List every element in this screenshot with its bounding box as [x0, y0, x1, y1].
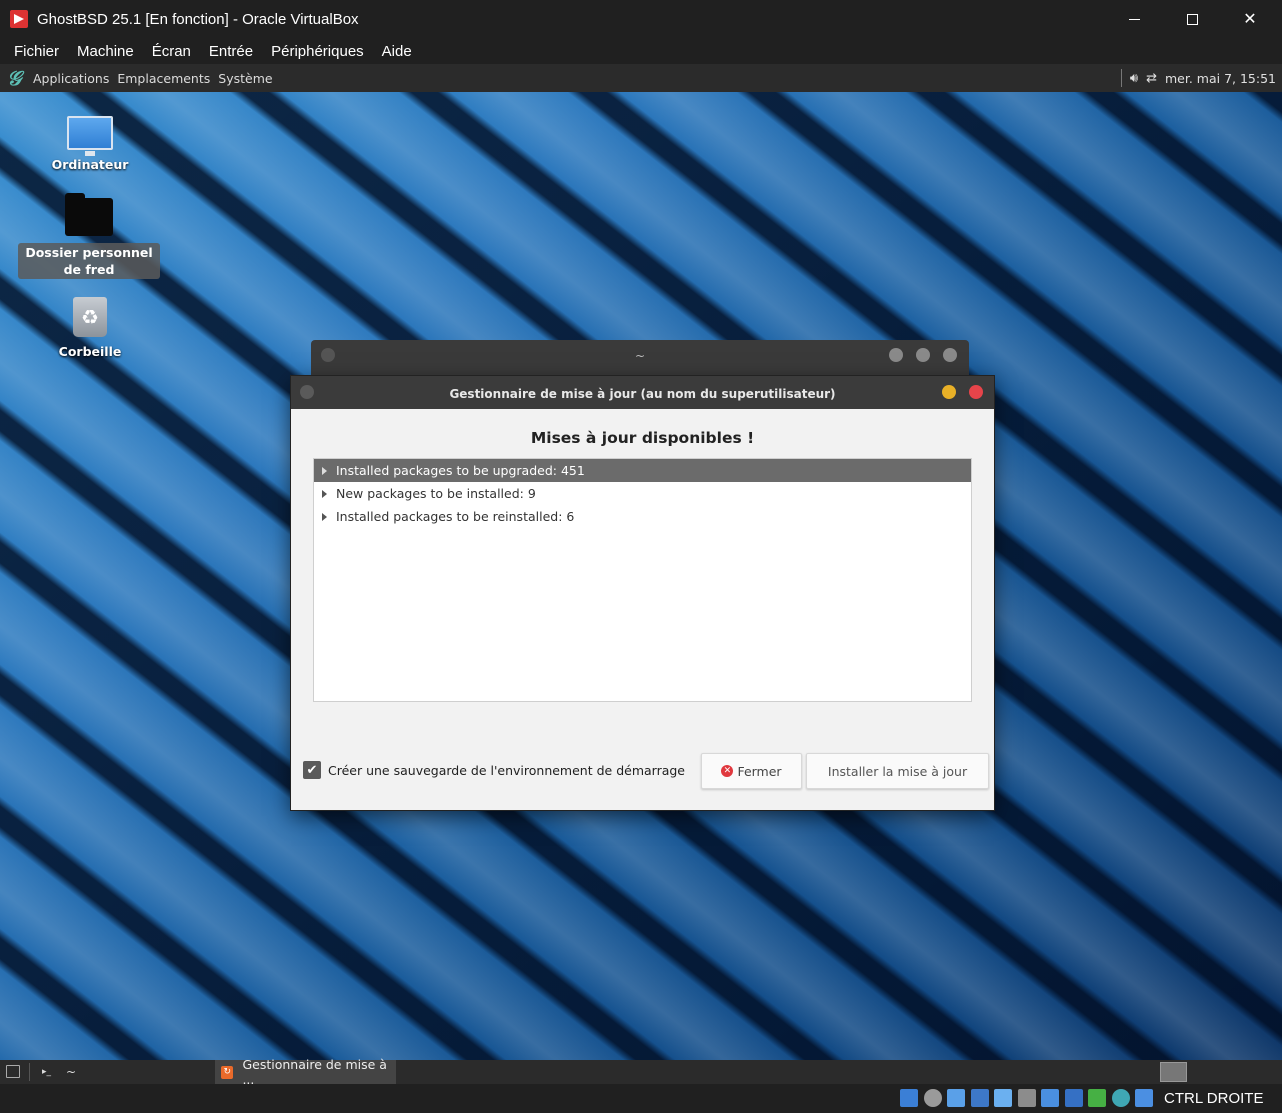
guest-additions-icon[interactable] — [1111, 1089, 1130, 1107]
dialog-heading: Mises à jour disponibles ! — [530, 429, 755, 447]
usb-icon[interactable] — [994, 1089, 1012, 1107]
panel-separator — [1120, 69, 1122, 87]
network-icon[interactable]: ⇄ — [1146, 71, 1157, 86]
guest-screen: 𝒢 Applications Emplacements Système 🔊︎ ⇄… — [0, 64, 1282, 1084]
optical-drive-icon[interactable] — [923, 1089, 942, 1107]
close-dialog-button[interactable]: ✕ Fermer — [701, 753, 802, 789]
menu-machine[interactable]: Machine — [77, 43, 134, 60]
mouse-integration-icon[interactable] — [1135, 1089, 1153, 1107]
workspace-switcher[interactable] — [1160, 1062, 1187, 1082]
desktop-icon-home-folder[interactable]: Dossier personnel de fred — [18, 193, 160, 279]
panel-menu-systeme[interactable]: Système — [218, 71, 272, 86]
taskbar-item-update-manager[interactable]: ↻ Gestionnaire de mise à ... — [215, 1057, 396, 1084]
host-key-label: CTRL DROITE — [1164, 1090, 1264, 1107]
display-icon[interactable] — [1041, 1089, 1059, 1107]
panel-separator — [29, 1063, 30, 1081]
recording-icon[interactable] — [1064, 1089, 1083, 1107]
tree-row-upgrade[interactable]: Installed packages to be upgraded: 451 — [314, 459, 971, 482]
backup-checkbox[interactable]: ✔ — [303, 761, 321, 779]
panel-menu-emplacements[interactable]: Emplacements — [117, 71, 210, 86]
panel-menu-applications[interactable]: Applications — [33, 71, 109, 86]
desktop-icon-label: Ordinateur — [51, 157, 129, 172]
network-icon[interactable] — [970, 1089, 989, 1107]
vbox-titlebar: GhostBSD 25.1 [En fonction] - Oracle Vir… — [0, 0, 1282, 38]
ghostbsd-logo-icon[interactable]: 𝒢 — [7, 68, 25, 88]
terminal-window[interactable]: ~ — [311, 340, 969, 380]
close-circle-icon: ✕ — [721, 765, 734, 777]
tree-row-new[interactable]: New packages to be installed: 9 — [314, 482, 971, 505]
expander-arrow-icon[interactable] — [322, 466, 327, 475]
terminal-title: ~ — [634, 349, 646, 363]
menu-aide[interactable]: Aide — [382, 43, 412, 60]
folder-icon — [65, 193, 113, 236]
dialog-titlebar[interactable]: Gestionnaire de mise à jour (au nom du s… — [291, 376, 994, 409]
close-button-label: Fermer — [737, 763, 782, 779]
menu-entree[interactable]: Entrée — [209, 43, 253, 60]
menu-fichier[interactable]: Fichier — [14, 43, 59, 60]
package-tree[interactable]: Installed packages to be upgraded: 451 N… — [313, 458, 972, 702]
install-button-label: Installer la mise à jour — [827, 763, 968, 779]
tree-row-reinstall[interactable]: Installed packages to be reinstalled: 6 — [314, 505, 971, 528]
menu-ecran[interactable]: Écran — [152, 43, 191, 60]
desktop-icon-computer[interactable]: Ordinateur — [40, 116, 140, 173]
maximize-icon — [1186, 13, 1198, 25]
taskbar-item-terminal[interactable]: ▸_ ~ — [36, 1060, 212, 1084]
taskbar-item-label: Gestionnaire de mise à ... — [242, 1057, 387, 1084]
expander-arrow-icon[interactable] — [322, 512, 327, 521]
vbox-statusbar: CTRL DROITE — [0, 1084, 1282, 1113]
dialog-minimize-button[interactable] — [942, 385, 956, 399]
update-manager-dialog: Gestionnaire de mise à jour (au nom du s… — [291, 376, 994, 810]
minimize-icon — [1128, 18, 1140, 20]
panel-tray: 🔊︎ ⇄ mer. mai 7, 15:51 — [1120, 64, 1282, 92]
taskbar-item-label: ~ — [66, 1065, 77, 1079]
terminal-close-button[interactable] — [943, 348, 957, 362]
terminal-maximize-button[interactable] — [916, 348, 930, 362]
hard-disk-icon[interactable] — [900, 1089, 918, 1107]
window-title: GhostBSD 25.1 [En fonction] - Oracle Vir… — [37, 10, 359, 28]
terminal-minimize-button[interactable] — [889, 348, 903, 362]
update-manager-icon: ↻ — [221, 1065, 234, 1079]
tree-row-label: Installed packages to be upgraded: 451 — [336, 463, 585, 478]
status-icons — [900, 1089, 1159, 1107]
dialog-title: Gestionnaire de mise à jour (au nom du s… — [449, 387, 836, 401]
close-icon: ✕ — [1243, 11, 1257, 28]
volume-icon[interactable]: 🔊︎ — [1130, 71, 1138, 86]
expander-arrow-icon[interactable] — [322, 489, 327, 498]
install-update-button[interactable]: Installer la mise à jour — [806, 753, 989, 789]
cpu-icon[interactable] — [1088, 1089, 1106, 1107]
tree-row-label: New packages to be installed: 9 — [336, 486, 536, 501]
vbox-menubar: Fichier Machine Écran Entrée Périphériqu… — [0, 38, 1282, 64]
virtualbox-app-icon — [10, 10, 28, 28]
menu-peripheriques[interactable]: Périphériques — [271, 43, 364, 60]
desktop-icon-label: Corbeille — [58, 344, 122, 359]
shared-folders-icon[interactable] — [1017, 1089, 1036, 1107]
minimize-button[interactable] — [1105, 0, 1163, 38]
trash-icon: ♻ — [73, 297, 107, 337]
tree-row-label: Installed packages to be reinstalled: 6 — [336, 509, 575, 524]
desktop-icon-trash[interactable]: ♻ Corbeille — [40, 297, 140, 360]
dialog-close-button[interactable] — [969, 385, 983, 399]
close-button[interactable]: ✕ — [1221, 0, 1279, 38]
maximize-button[interactable] — [1163, 0, 1221, 38]
show-desktop-icon[interactable] — [6, 1065, 20, 1078]
bottom-panel: ▸_ ~ ↻ Gestionnaire de mise à ... — [0, 1057, 1282, 1084]
panel-clock[interactable]: mer. mai 7, 15:51 — [1165, 71, 1276, 86]
backup-checkbox-label[interactable]: Créer une sauvegarde de l'environnement … — [328, 763, 685, 778]
top-panel: 𝒢 Applications Emplacements Système 🔊︎ ⇄… — [0, 64, 1282, 92]
terminal-icon: ▸_ — [42, 1067, 52, 1077]
desktop-icon-label: Dossier personnel de fred — [18, 243, 160, 279]
checkmark-icon: ✔ — [306, 762, 318, 778]
audio-icon[interactable] — [947, 1089, 965, 1107]
computer-icon — [67, 116, 113, 156]
